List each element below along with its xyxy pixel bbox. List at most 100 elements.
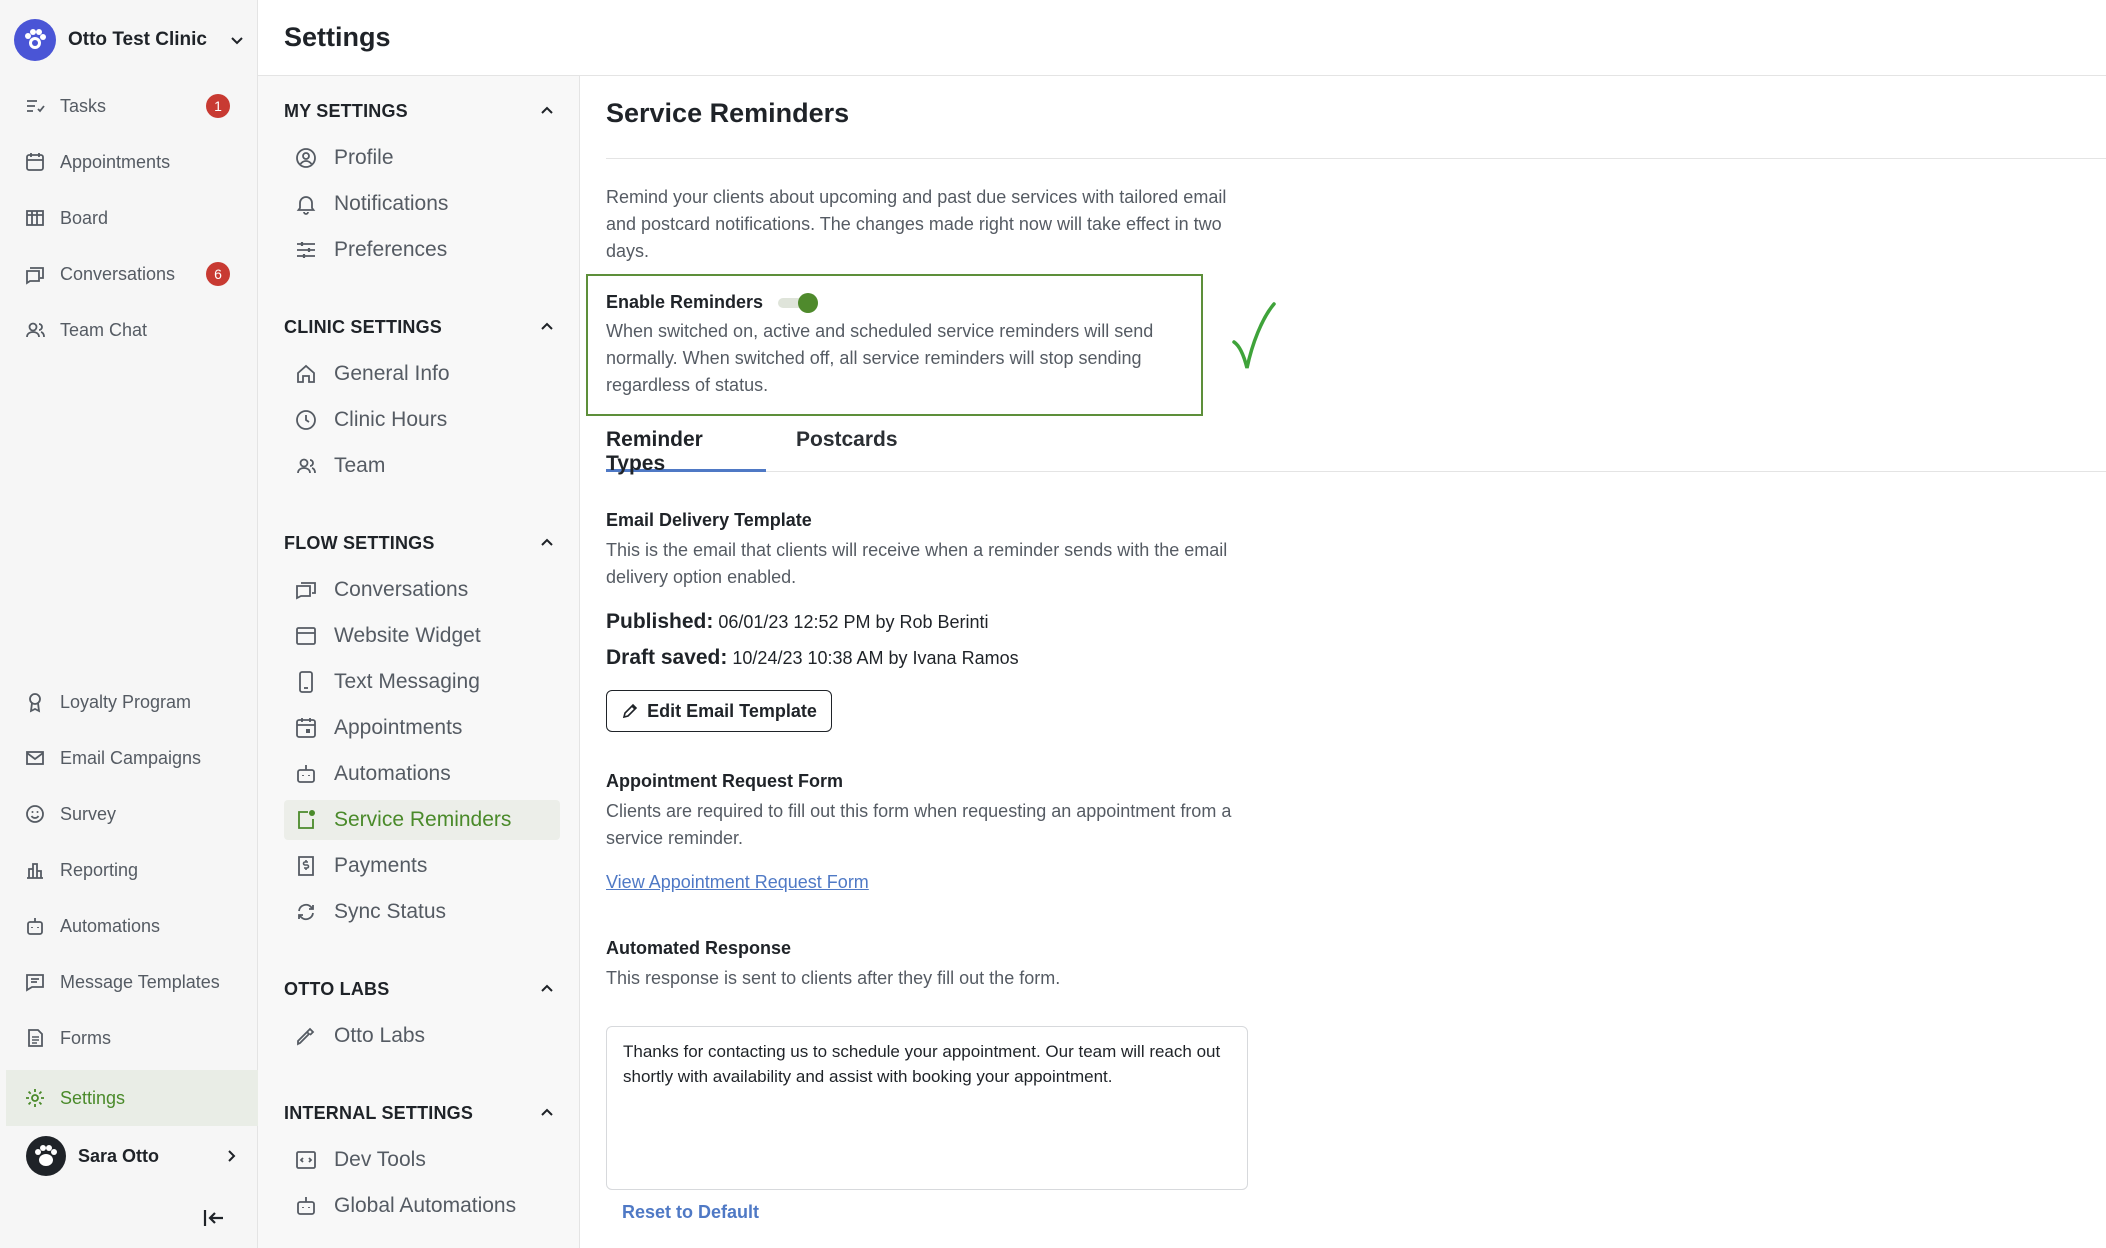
reminder-icon xyxy=(298,810,315,829)
pencil-icon xyxy=(623,703,638,719)
enable-reminders-card: Enable Reminders When switched on, activ… xyxy=(586,274,1203,416)
auto-response-textarea[interactable]: Thanks for contacting us to schedule you… xyxy=(606,1026,1248,1190)
user-circle-icon xyxy=(296,148,316,168)
conversations-count-badge: 6 xyxy=(206,262,230,286)
tab-postcards[interactable]: Postcards xyxy=(796,428,906,472)
form-icon xyxy=(28,1029,43,1047)
page-header: Settings xyxy=(258,0,2106,76)
calendar-icon xyxy=(26,153,44,171)
home-icon xyxy=(297,364,315,383)
nav-item-tasks[interactable]: Tasks 1 xyxy=(24,86,238,126)
menu-item-profile[interactable]: Profile xyxy=(284,138,560,178)
email-template-description: This is the email that clients will rece… xyxy=(606,540,1228,587)
auto-response-description: This response is sent to clients after t… xyxy=(606,968,1061,988)
tasks-icon xyxy=(27,100,45,113)
browser-window-icon xyxy=(296,627,316,645)
tab-reminder-types[interactable]: Reminder Types xyxy=(606,428,766,475)
menu-item-team[interactable]: Team xyxy=(284,446,560,486)
smile-icon xyxy=(26,805,44,823)
edit-email-template-button[interactable]: Edit Email Template xyxy=(606,690,832,732)
nav-item-board[interactable]: Board xyxy=(24,198,238,238)
sync-icon xyxy=(298,903,314,921)
pipette-icon xyxy=(297,1027,315,1046)
enable-reminders-toggle[interactable] xyxy=(778,292,824,314)
team-icon xyxy=(297,458,316,474)
menu-item-preferences[interactable]: Preferences xyxy=(284,230,560,270)
email-template-heading: Email Delivery Template xyxy=(606,510,812,530)
menu-item-general-info[interactable]: General Info xyxy=(284,354,560,394)
chevron-up-icon xyxy=(541,538,553,546)
section-clinic-settings[interactable]: CLINIC SETTINGS xyxy=(284,312,556,342)
menu-item-payments[interactable]: Payments xyxy=(284,846,560,886)
section-title: Service Reminders xyxy=(606,98,850,128)
section-internal-settings[interactable]: INTERNAL SETTINGS xyxy=(284,1098,556,1128)
menu-item-appointments[interactable]: Appointments xyxy=(284,708,560,748)
chevron-right-icon xyxy=(228,1150,236,1162)
request-form-heading: Appointment Request Form xyxy=(606,771,843,791)
nav-item-team-chat[interactable]: Team Chat xyxy=(24,310,238,350)
bar-chart-icon xyxy=(27,863,43,879)
chat-icon xyxy=(296,582,316,600)
request-form-description: Clients are required to fill out this fo… xyxy=(606,801,1232,848)
menu-item-conversations[interactable]: Conversations xyxy=(284,570,560,610)
robot-icon xyxy=(297,765,315,783)
menu-item-clinic-hours[interactable]: Clinic Hours xyxy=(284,400,560,440)
menu-item-otto-labs[interactable]: Otto Labs xyxy=(284,1016,560,1056)
robot-icon xyxy=(297,1197,315,1215)
section-description: Remind your clients about upcoming and p… xyxy=(606,187,1227,261)
menu-item-global-automations[interactable]: Global Automations xyxy=(284,1186,560,1226)
menu-item-sync-status[interactable]: Sync Status xyxy=(284,892,560,932)
menu-item-text-messaging[interactable]: Text Messaging xyxy=(284,662,560,702)
gear-icon xyxy=(26,1089,44,1107)
nav-item-automations[interactable]: Automations xyxy=(24,906,238,946)
menu-item-notifications[interactable]: Notifications xyxy=(284,184,560,224)
chevron-up-icon xyxy=(541,322,553,330)
nav-item-forms[interactable]: Forms xyxy=(24,1018,238,1058)
mail-icon xyxy=(26,751,44,765)
nav-item-email-campaigns[interactable]: Email Campaigns xyxy=(24,738,238,778)
receipt-dollar-icon xyxy=(298,856,314,876)
menu-item-dev-tools[interactable]: Dev Tools xyxy=(284,1140,560,1180)
nav-item-loyalty-program[interactable]: Loyalty Program xyxy=(24,682,238,722)
published-info: Published: 06/01/23 12:52 PM by Rob Beri… xyxy=(606,610,989,633)
page-title: Settings xyxy=(284,22,391,52)
chevron-up-icon xyxy=(541,1108,553,1116)
collapse-sidebar-icon[interactable] xyxy=(200,1204,228,1232)
sliders-icon xyxy=(297,242,315,258)
enable-reminders-description: When switched on, active and scheduled s… xyxy=(606,321,1154,395)
chevron-down-icon xyxy=(231,37,243,45)
chat-icon xyxy=(26,267,44,285)
section-my-settings[interactable]: MY SETTINGS xyxy=(284,96,556,126)
menu-item-automations[interactable]: Automations xyxy=(284,754,560,794)
nav-item-settings[interactable]: Settings xyxy=(6,1070,258,1126)
nav-item-appointments[interactable]: Appointments xyxy=(24,142,238,182)
message-template-icon xyxy=(26,974,44,992)
draft-saved-info: Draft saved: 10/24/23 10:38 AM by Ivana … xyxy=(606,646,1019,669)
calendar-icon xyxy=(296,718,316,738)
reset-to-default-link[interactable]: Reset to Default xyxy=(622,1202,759,1223)
user-name: Sara Otto xyxy=(78,1145,160,1166)
chevron-up-icon xyxy=(541,984,553,992)
section-otto-labs[interactable]: OTTO LABS xyxy=(284,974,556,1004)
otto-logo-icon xyxy=(14,19,56,61)
user-menu[interactable]: Sara Otto xyxy=(26,1134,240,1178)
tasks-count-badge: 1 xyxy=(206,94,230,118)
enable-reminders-label: Enable Reminders xyxy=(606,292,764,312)
menu-item-service-reminders[interactable]: Service Reminders xyxy=(284,800,560,840)
section-flow-settings[interactable]: FLOW SETTINGS xyxy=(284,528,556,558)
nav-item-survey[interactable]: Survey xyxy=(24,794,238,834)
bell-icon xyxy=(296,196,316,215)
award-icon xyxy=(29,693,41,713)
clinic-switcher[interactable]: Otto Test Clinic xyxy=(14,18,246,62)
nav-item-reporting[interactable]: Reporting xyxy=(24,850,238,890)
menu-item-website-widget[interactable]: Website Widget xyxy=(284,616,560,656)
avatar xyxy=(26,1136,66,1176)
board-icon xyxy=(26,210,44,226)
service-reminders-panel: Service Reminders Remind your clients ab… xyxy=(580,76,2106,1248)
nav-item-conversations[interactable]: Conversations 6 xyxy=(24,254,238,294)
checkmark-icon xyxy=(1232,302,1276,369)
view-request-form-link[interactable]: View Appointment Request Form xyxy=(606,872,869,893)
robot-icon xyxy=(27,918,43,935)
code-window-icon xyxy=(296,1151,316,1169)
nav-item-message-templates[interactable]: Message Templates xyxy=(24,962,238,1002)
